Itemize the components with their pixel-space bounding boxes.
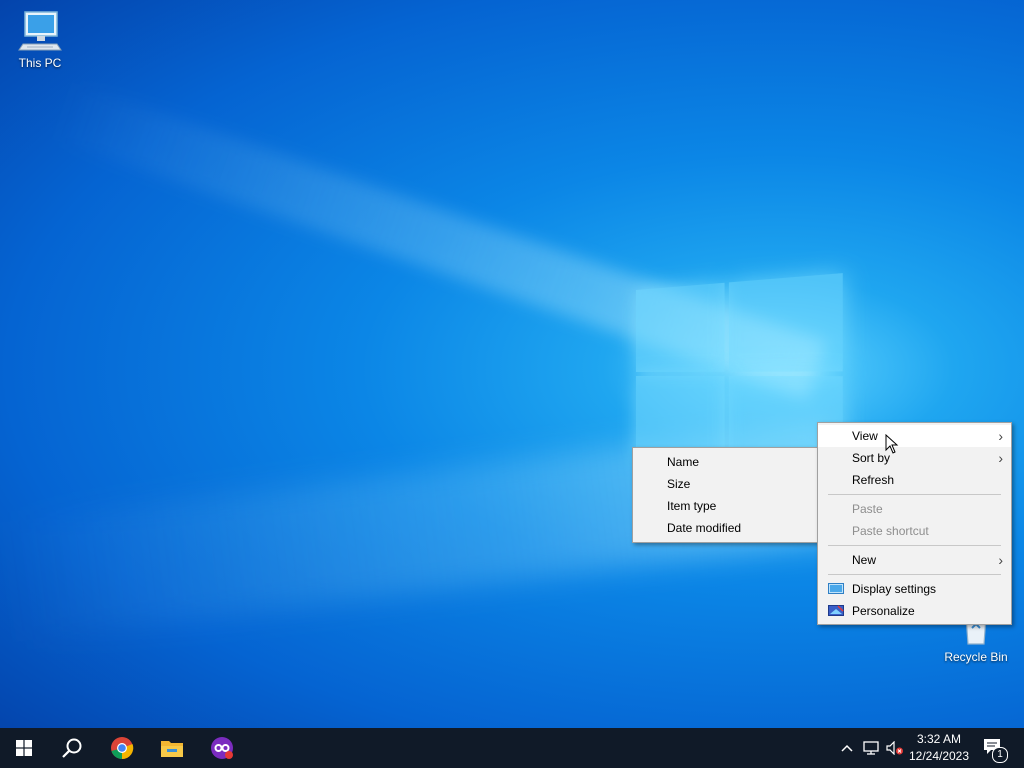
action-center-button[interactable]: 1: [978, 728, 1008, 768]
menu-item-personalize[interactable]: Personalize: [818, 600, 1011, 622]
chevron-right-icon: ›: [998, 552, 1003, 568]
show-hidden-icons-button[interactable]: [838, 728, 856, 768]
menu-separator: [828, 545, 1001, 546]
chrome-icon: [111, 737, 134, 760]
clock-time: 3:32 AM: [916, 732, 962, 746]
menu-item-label: New: [852, 553, 877, 567]
chevron-up-icon: [841, 744, 853, 752]
sort-by-submenu: Name Size Item type Date modified: [632, 447, 820, 543]
desktop-context-menu: View › Sort by › Refresh Paste Paste sho…: [817, 422, 1012, 625]
volume-button[interactable]: [884, 728, 906, 768]
this-pc-label: This PC: [18, 56, 62, 70]
display-icon: [828, 583, 844, 594]
clock[interactable]: 3:32 AM 12/24/2023: [904, 731, 974, 765]
volume-muted-icon: [886, 741, 903, 755]
start-button[interactable]: [0, 728, 48, 768]
sort-by-item-type[interactable]: Item type: [633, 495, 819, 517]
menu-item-label: Name: [667, 455, 700, 469]
personalize-icon: [828, 605, 844, 616]
chrome-taskbar-button[interactable]: [98, 728, 146, 768]
file-explorer-taskbar-button[interactable]: [148, 728, 196, 768]
menu-item-display-settings[interactable]: Display settings: [818, 578, 1011, 600]
menu-item-label: Display settings: [852, 582, 937, 596]
network-button[interactable]: [860, 728, 882, 768]
menu-separator: [828, 574, 1001, 575]
menu-item-sort-by[interactable]: Sort by ›: [818, 447, 1011, 469]
file-explorer-icon: [161, 741, 183, 757]
menu-item-label: Paste shortcut: [852, 524, 929, 538]
search-icon: [62, 738, 82, 758]
menu-item-refresh[interactable]: Refresh: [818, 469, 1011, 491]
menu-item-label: Refresh: [852, 473, 895, 487]
menu-item-label: Date modified: [667, 521, 742, 535]
menu-item-label: View: [852, 429, 878, 443]
menu-separator: [828, 494, 1001, 495]
app-icon: [211, 737, 233, 759]
notification-count-badge: 1: [992, 747, 1008, 763]
menu-item-paste: Paste: [818, 498, 1011, 520]
taskbar: 3:32 AM 12/24/2023 1: [0, 728, 1024, 768]
menu-item-label: Item type: [667, 499, 717, 513]
app-taskbar-button[interactable]: [198, 728, 246, 768]
chevron-right-icon: ›: [998, 450, 1003, 466]
menu-item-paste-shortcut: Paste shortcut: [818, 520, 1011, 542]
recycle-bin-label: Recycle Bin: [944, 650, 1008, 664]
menu-item-label: Paste: [852, 502, 883, 516]
menu-item-view[interactable]: View ›: [818, 425, 1011, 447]
menu-item-label: Size: [667, 477, 691, 491]
menu-item-label: Personalize: [852, 604, 915, 618]
search-button[interactable]: [48, 728, 96, 768]
this-pc-shortcut[interactable]: This PC: [0, 8, 80, 70]
start-icon: [16, 740, 32, 756]
sort-by-date-modified[interactable]: Date modified: [633, 517, 819, 539]
sort-by-size[interactable]: Size: [633, 473, 819, 495]
menu-item-new[interactable]: New ›: [818, 549, 1011, 571]
sort-by-name[interactable]: Name: [633, 451, 819, 473]
network-icon: [863, 741, 879, 755]
chevron-right-icon: ›: [998, 428, 1003, 444]
mouse-cursor-icon: [885, 434, 899, 454]
computer-icon: [18, 11, 62, 51]
clock-date: 12/24/2023: [908, 749, 970, 763]
